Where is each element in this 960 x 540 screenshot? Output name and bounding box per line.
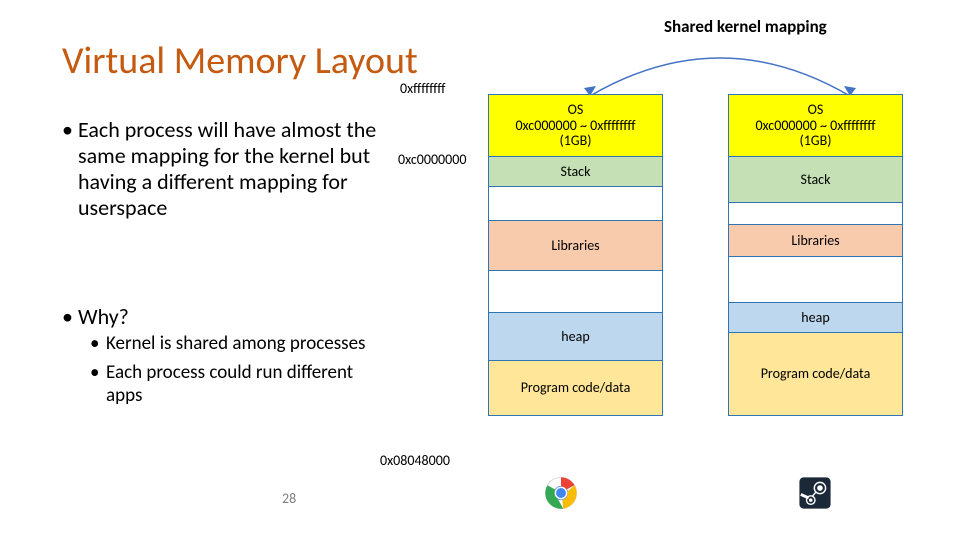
chrome-icon — [544, 476, 578, 510]
page-number: 28 — [282, 490, 296, 507]
seg-code-a: Program code/data — [489, 361, 662, 415]
sub-1-text: Kernel is shared among processes — [106, 332, 365, 355]
seg-gap1-a — [489, 187, 662, 221]
os-title: OS — [568, 102, 584, 118]
seg-os-b: OS 0xc000000 ~ 0xffffffff (1GB) — [729, 95, 902, 157]
seg-code-b: Program code/data — [729, 333, 902, 415]
steam-icon — [798, 476, 832, 510]
seg-libs-b: Libraries — [729, 225, 902, 257]
seg-gap2-b — [729, 257, 902, 303]
address-kernel-base-label: 0xc0000000 — [398, 151, 466, 168]
memory-column-a: OS 0xc000000 ~ 0xffffffff (1GB) Stack Li… — [488, 94, 663, 416]
slide-title: Virtual Memory Layout — [62, 38, 418, 84]
os-range: 0xc000000 ~ 0xffffffff — [515, 118, 635, 134]
os-title-b: OS — [808, 102, 824, 118]
seg-os-a: OS 0xc000000 ~ 0xffffffff (1GB) — [489, 95, 662, 157]
bullet-1: •Each process will have almost the same … — [78, 117, 398, 221]
seg-gap2-a — [489, 271, 662, 313]
app-icons-a — [544, 472, 578, 514]
seg-stack-a: Stack — [489, 157, 662, 187]
sub-2-text: Each process could run different apps — [106, 361, 353, 407]
bullet-2: •Why? — [78, 303, 129, 330]
os-size: (1GB) — [559, 133, 591, 149]
shared-kernel-arc — [560, 38, 880, 100]
bullet-1-text: Each process will have almost the same m… — [78, 116, 376, 221]
address-user-base-label: 0x08048000 — [380, 452, 450, 469]
app-icons-b — [798, 472, 832, 514]
seg-stack-b: Stack — [729, 157, 902, 203]
address-top-label: 0xffffffff — [400, 80, 445, 97]
bullet-2-text: Why? — [78, 303, 129, 330]
memory-column-b: OS 0xc000000 ~ 0xffffffff (1GB) Stack Li… — [728, 94, 903, 416]
sub-bullets: •Kernel is shared among processes •Each … — [106, 332, 386, 408]
seg-heap-a: heap — [489, 313, 662, 361]
seg-heap-b: heap — [729, 303, 902, 333]
os-range-b: 0xc000000 ~ 0xffffffff — [755, 118, 875, 134]
seg-libs-a: Libraries — [489, 221, 662, 271]
seg-gap1-b — [729, 203, 902, 225]
shared-kernel-label: Shared kernel mapping — [664, 16, 827, 37]
os-size-b: (1GB) — [799, 133, 831, 149]
